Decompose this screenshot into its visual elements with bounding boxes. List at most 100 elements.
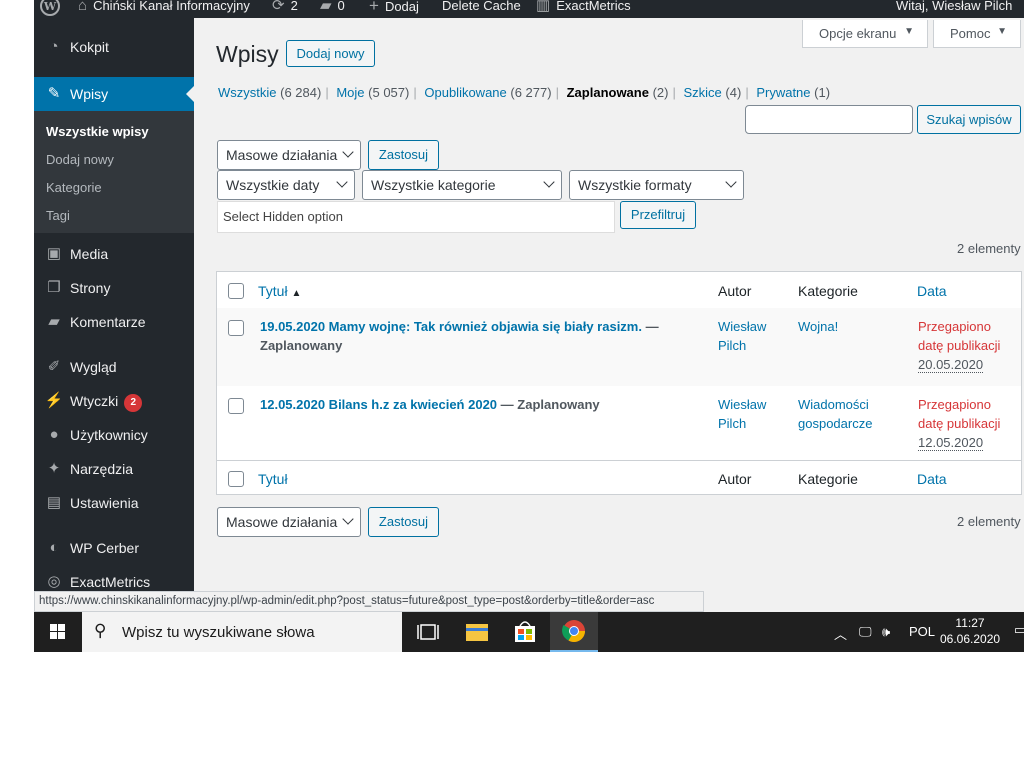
items-count-bottom: 2 elementy	[957, 514, 1021, 529]
add-new-post-button[interactable]: Dodaj nowy	[286, 40, 375, 67]
view-private[interactable]: Prywatne (1)	[756, 85, 830, 100]
sidebar-item-strony[interactable]: ❐ Strony	[34, 271, 194, 305]
view-all[interactable]: Wszystkie (6 284)	[218, 85, 321, 100]
post-title-link[interactable]: 19.05.2020 Mamy wojnę: Tak również objaw…	[260, 319, 642, 334]
wordpress-admin-window: W ⌂ Chiński Kanał Informacyjny ⟳ 2 ▰ 0 + Dod…	[34, 0, 1024, 652]
format-filter-select[interactable]: Wszystkie formaty	[569, 170, 744, 200]
windows-start-button[interactable]	[34, 612, 82, 652]
user-icon: ●	[49, 426, 59, 443]
clock[interactable]: 11:27 06.06.2020	[940, 615, 1000, 647]
admin-bar-add-new[interactable]: + Dodaj	[369, 0, 419, 18]
input-language[interactable]: POL	[909, 624, 935, 639]
home-icon: ⌂	[78, 0, 88, 14]
select-all-checkbox-footer[interactable]	[228, 471, 244, 487]
bar-chart-icon: ▥	[536, 0, 551, 14]
view-scheduled-current[interactable]: Zaplanowane (2)	[567, 85, 669, 100]
search-posts-button[interactable]: Szukaj wpisów	[917, 105, 1021, 134]
help-button[interactable]: Pomoc ▼	[933, 20, 1021, 48]
store-bag-icon	[515, 621, 535, 642]
filter-button[interactable]: Przefiltruj	[620, 201, 696, 229]
column-date-sort-footer[interactable]: Data	[917, 471, 947, 487]
network-icon[interactable]: 🖵	[859, 624, 872, 640]
media-icon: ▣	[46, 245, 62, 262]
view-published[interactable]: Opublikowane (6 277)	[424, 85, 551, 100]
sidebar-item-uzytkownicy[interactable]: ● Użytkownicy	[34, 418, 194, 452]
wrench-icon: ✦	[47, 460, 61, 477]
admin-bar-greeting[interactable]: Witaj, Wiesław Pilch	[896, 0, 1012, 18]
category-filter-select[interactable]: Wszystkie kategorie	[362, 170, 562, 200]
hidden-option-select[interactable]: Select Hidden option	[217, 201, 615, 233]
sidebar-item-kokpit[interactable]: ◔ Kokpit	[34, 30, 194, 64]
taskbar-search[interactable]: ⚲ Wpisz tu wyszukiwane słowa	[82, 612, 402, 652]
post-author-link[interactable]: Wiesław Pilch	[718, 317, 766, 355]
admin-bar-delete-cache[interactable]: Delete Cache	[442, 0, 521, 18]
store-button[interactable]	[501, 612, 549, 652]
task-view-button[interactable]	[404, 612, 452, 652]
chevron-down-icon	[543, 176, 555, 188]
volume-icon[interactable]: 🕪	[882, 624, 890, 640]
wordpress-logo-icon[interactable]: W	[40, 0, 60, 18]
sidebar-item-komentarze[interactable]: ▰ Komentarze	[34, 305, 194, 339]
view-drafts[interactable]: Szkice (4)	[684, 85, 742, 100]
sidebar-item-ustawienia[interactable]: ▤ Ustawienia	[34, 486, 194, 520]
chrome-button[interactable]	[550, 612, 598, 652]
table-header-row: Tytuł ▲ Autor Kategorie Data	[217, 272, 1021, 309]
bulk-actions-select-top[interactable]: Masowe działania	[217, 140, 361, 170]
notification-icon[interactable]: ▭	[1014, 622, 1024, 638]
row-checkbox[interactable]	[228, 320, 244, 336]
sidebar-item-narzedzia[interactable]: ✦ Narzędzia	[34, 452, 194, 486]
sidebar-item-wyglad[interactable]: ✐ Wygląd	[34, 350, 194, 384]
sidebar-item-wp-cerber[interactable]: ◐ WP Cerber	[34, 531, 194, 565]
submenu-all-posts[interactable]: Wszystkie wpisy	[46, 124, 149, 140]
post-state: Zaplanowany	[517, 397, 600, 412]
date-filter-select[interactable]: Wszystkie daty	[217, 170, 355, 200]
bulk-apply-button-top[interactable]: Zastosuj	[368, 140, 439, 170]
column-date-sort[interactable]: Data	[917, 283, 947, 299]
column-title-sort-footer[interactable]: Tytuł	[258, 471, 288, 487]
chrome-icon	[562, 620, 585, 642]
chevron-down-icon	[342, 146, 354, 158]
posts-table: Tytuł ▲ Autor Kategorie Data 19.05.2020 …	[216, 271, 1022, 495]
bulk-actions-select-bottom[interactable]: Masowe działania	[217, 507, 361, 537]
brush-icon: ✐	[47, 358, 61, 375]
screen-options-button[interactable]: Opcje ekranu ▼	[802, 20, 928, 48]
bulk-apply-button-bottom[interactable]: Zastosuj	[368, 507, 439, 537]
post-status-filters: Wszystkie (6 284) | Moje (5 057) | Opublik…	[218, 85, 831, 100]
sidebar-item-media[interactable]: ▣ Media	[34, 237, 194, 271]
search-icon: ⚲	[94, 621, 107, 640]
windows-logo-icon	[50, 624, 65, 639]
view-mine[interactable]: Moje (5 057)	[336, 85, 409, 100]
post-category-link[interactable]: Wiadomości gospodarcze	[798, 395, 872, 433]
row-checkbox[interactable]	[228, 398, 244, 414]
updates-icon: ⟳	[272, 0, 285, 14]
sidebar-item-wtyczki[interactable]: ⚡ Wtyczki 2	[34, 384, 194, 418]
admin-bar-updates[interactable]: ⟳ 2	[272, 0, 298, 18]
dashboard-icon: ◔	[49, 38, 59, 55]
settings-icon: ▤	[46, 494, 62, 511]
file-explorer-button[interactable]	[453, 612, 501, 652]
submenu-categories[interactable]: Kategorie	[46, 180, 102, 196]
task-view-icon	[417, 624, 439, 640]
admin-bar-comments[interactable]: ▰ 0	[320, 0, 345, 18]
table-row: 12.05.2020 Bilans h.z za kwiecień 2020 —…	[217, 386, 1021, 461]
page-icon: ❐	[47, 279, 61, 296]
search-input[interactable]	[745, 105, 913, 134]
chevron-up-icon[interactable]: ︿	[834, 624, 847, 643]
table-row: 19.05.2020 Mamy wojnę: Tak również objaw…	[217, 308, 1021, 386]
sidebar-item-wpisy[interactable]: ✎ Wpisy	[34, 77, 194, 111]
table-footer-row: Tytuł Autor Kategorie Data	[217, 461, 1021, 494]
admin-sidebar: ◔ Kokpit ✎ Wpisy Wszystkie wpisy Dodaj n…	[34, 18, 194, 618]
column-categories: Kategorie	[798, 283, 858, 299]
admin-bar-site[interactable]: ⌂ Chiński Kanał Informacyjny	[78, 0, 250, 18]
column-author-footer: Autor	[718, 471, 752, 487]
admin-bar-exactmetrics[interactable]: ▥ ExactMetrics	[536, 0, 631, 18]
chevron-down-icon	[342, 513, 354, 525]
submenu-tags[interactable]: Tagi	[46, 208, 70, 224]
post-author-link[interactable]: Wiesław Pilch	[718, 395, 766, 433]
submenu-add-new[interactable]: Dodaj nowy	[46, 152, 114, 168]
select-all-checkbox[interactable]	[228, 283, 244, 299]
post-state: Zaplanowany	[260, 338, 343, 353]
column-title-sort[interactable]: Tytuł ▲	[258, 283, 301, 299]
post-title-link[interactable]: 12.05.2020 Bilans h.z za kwiecień 2020	[260, 397, 497, 412]
post-category-link[interactable]: Wojna!	[798, 317, 838, 336]
